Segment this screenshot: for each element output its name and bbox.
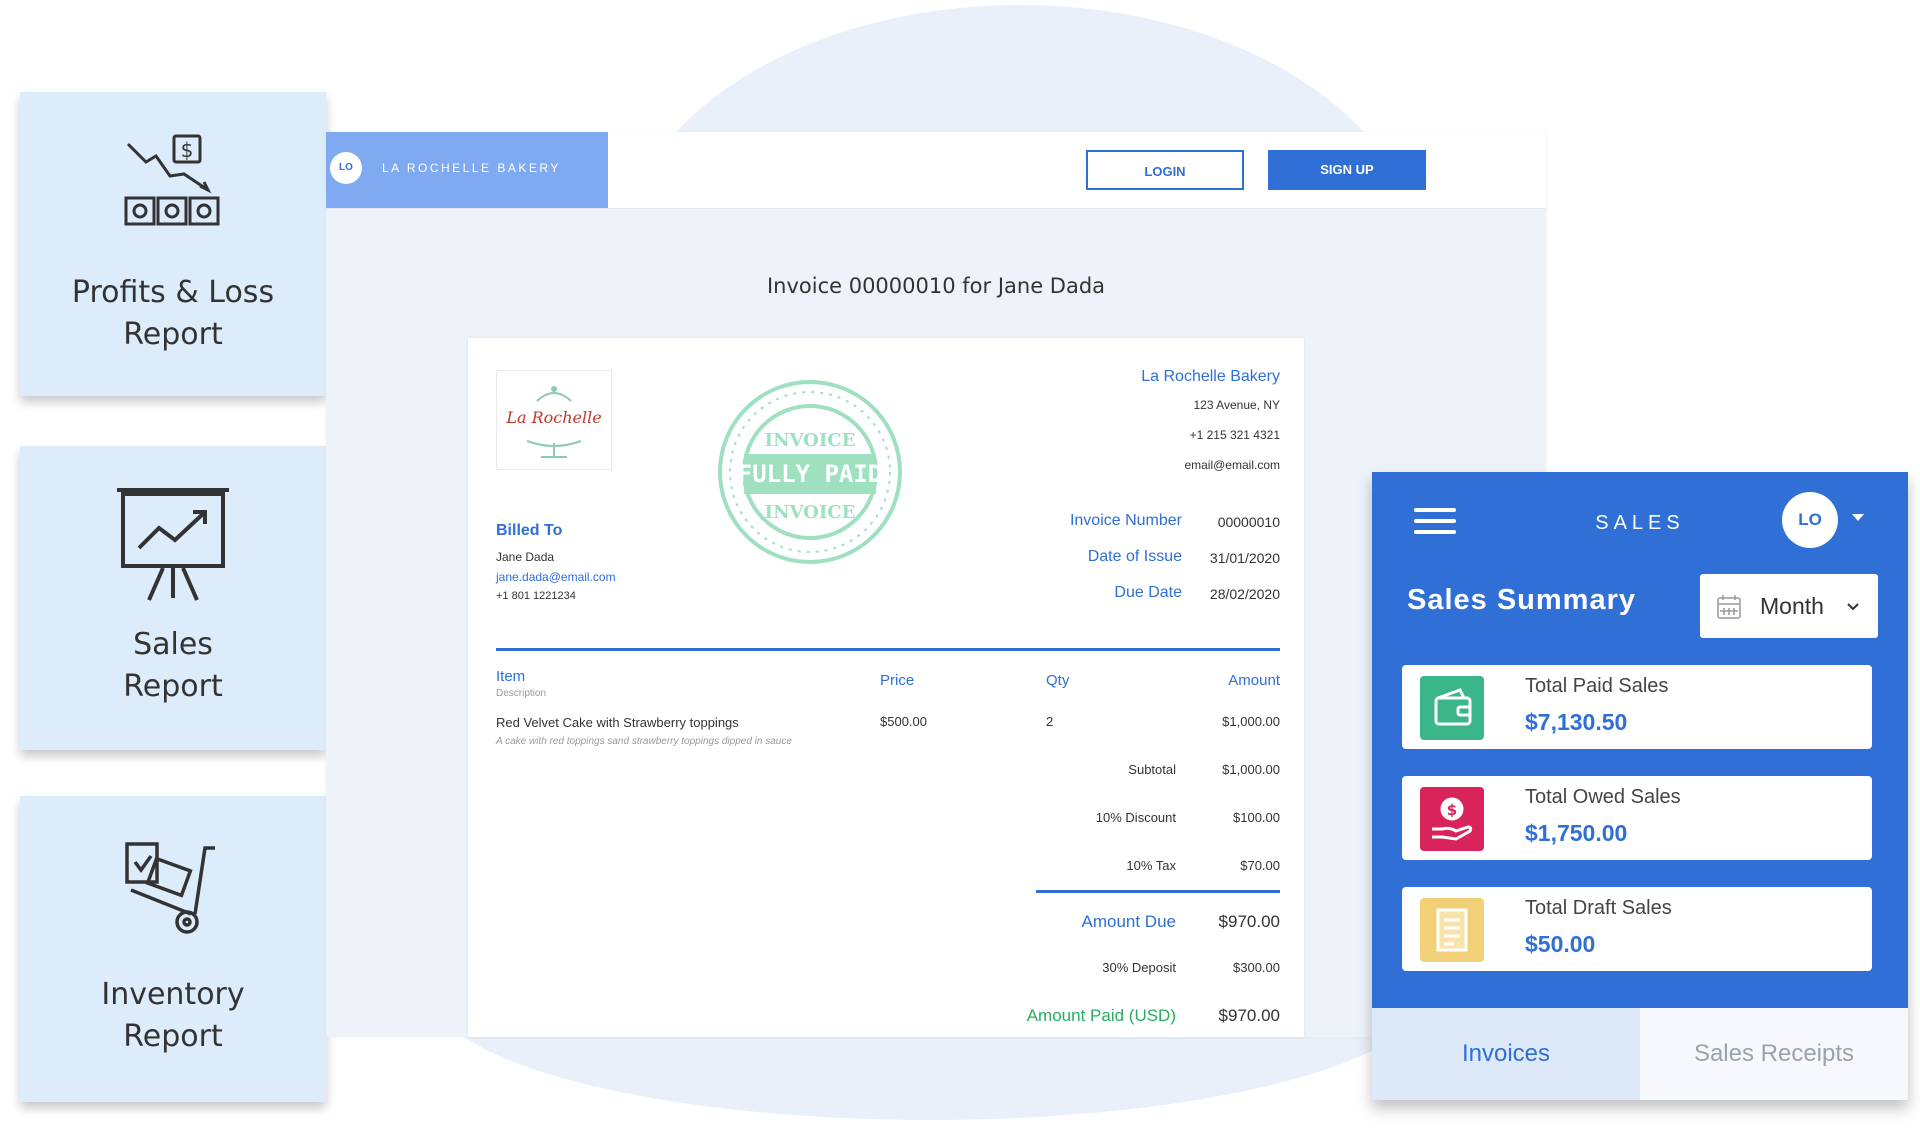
date-of-issue-label: Date of Issue (1087, 548, 1182, 565)
wallet-icon (1420, 676, 1484, 740)
total-draft-sales-label: Total Draft Sales (1525, 897, 1672, 919)
total-owed-sales-label: Total Owed Sales (1525, 786, 1681, 808)
brand-name: LA ROCHELLE BAKERY (382, 161, 561, 175)
items-divider (496, 648, 1280, 651)
svg-text:$: $ (181, 138, 194, 162)
tax-value: $70.00 (1240, 858, 1280, 873)
sales-panel: SALES LO Sales Summary Month Total Paid … (1372, 472, 1908, 1100)
report-title-line2: Report (123, 317, 223, 352)
sales-tabs: Invoices Sales Receipts (1372, 1008, 1908, 1100)
column-price: Price (880, 672, 915, 689)
discount-label: 10% Discount (1095, 810, 1176, 825)
invoice-number: 00000010 (1217, 514, 1280, 530)
invoice-title: Invoice 00000010 for Jane Dada (766, 274, 1106, 298)
item-price: $500.00 (880, 714, 927, 729)
amount-due-label: Amount Due (1081, 912, 1177, 931)
login-button[interactable]: LOGIN (1086, 150, 1244, 190)
report-title-line2: Report (123, 669, 223, 704)
report-title-line2: Report (123, 1019, 223, 1054)
business-logo: La Rochelle (496, 370, 612, 470)
brand-avatar[interactable]: LO (330, 152, 362, 184)
item-qty: 2 (1046, 714, 1054, 729)
brand-bar: LO LA ROCHELLE BAKERY (326, 132, 608, 208)
business-name: La Rochelle Bakery (1141, 368, 1280, 385)
chevron-down-icon (1847, 603, 1859, 611)
stamp-bottom-text: INVOICE (765, 502, 856, 523)
total-draft-sales-card[interactable]: Total Draft Sales $50.00 (1402, 887, 1872, 971)
tax-label: 10% Tax (1126, 858, 1176, 873)
deposit-value: $300.00 (1233, 960, 1280, 975)
subtotal-label: Subtotal (1128, 762, 1176, 777)
signup-button[interactable]: SIGN UP (1268, 150, 1426, 190)
report-title-line1: Profits & Loss (71, 275, 275, 310)
amount-paid-label: Amount Paid (USD) (1026, 1006, 1176, 1025)
item-description: A cake with red toppings sand strawberry… (496, 736, 792, 747)
total-owed-sales-card[interactable]: $ Total Owed Sales $1,750.00 (1402, 776, 1872, 860)
totals-divider (1036, 890, 1280, 893)
sales-report-card[interactable]: Sales Report (20, 446, 326, 750)
calendar-icon (1717, 595, 1741, 619)
discount-value: $100.00 (1233, 810, 1280, 825)
caret-down-icon[interactable] (1852, 514, 1864, 521)
report-title-line1: Sales (133, 627, 213, 662)
report-title-line1: Inventory (101, 977, 245, 1012)
billed-to-label: Billed To (496, 522, 563, 539)
presentation-chart-icon (117, 488, 229, 601)
tab-invoices[interactable]: Invoices (1372, 1008, 1640, 1100)
column-amount: Amount (1228, 672, 1280, 689)
business-phone: +1 215 321 4321 (1189, 428, 1280, 442)
svg-text:$: $ (1447, 801, 1457, 819)
top-navbar: LO LA ROCHELLE BAKERY LOGIN SIGN UP (326, 132, 1546, 209)
hand-truck-icon (125, 842, 215, 934)
total-owed-sales-value: $1,750.00 (1525, 820, 1628, 846)
inventory-report-card[interactable]: Inventory Report (20, 796, 326, 1102)
billed-to-phone: +1 801 1221234 (496, 590, 576, 602)
logo-text: La Rochelle (505, 408, 601, 427)
period-select-value: Month (1760, 593, 1824, 619)
invoice-app-window: LO LA ROCHELLE BAKERY LOGIN SIGN UP Invo… (326, 132, 1546, 1037)
invoice-document: La Rochelle INVOICE FULLY PAID INVOICE L… (468, 338, 1304, 1037)
total-paid-sales-card[interactable]: Total Paid Sales $7,130.50 (1402, 665, 1872, 749)
amount-due-value: $970.00 (1218, 912, 1280, 931)
item-name: Red Velvet Cake with Strawberry toppings (496, 715, 739, 730)
cake-stand-logo: La Rochelle (505, 386, 602, 458)
sales-summary-heading: Sales Summary (1407, 584, 1637, 616)
fully-paid-stamp: INVOICE FULLY PAID INVOICE (718, 380, 902, 564)
billed-to-name: Jane Dada (496, 550, 555, 564)
deposit-label: 30% Deposit (1102, 960, 1176, 975)
total-paid-sales-label: Total Paid Sales (1525, 675, 1669, 697)
stamp-middle-text: FULLY PAID (738, 460, 883, 488)
invoice-number-label: Invoice Number (1069, 512, 1182, 529)
user-avatar[interactable]: LO (1782, 492, 1838, 548)
subtotal-value: $1,000.00 (1222, 762, 1280, 777)
due-date: 28/02/2020 (1209, 586, 1280, 602)
period-select[interactable]: Month (1700, 574, 1878, 638)
column-qty: Qty (1046, 672, 1070, 689)
stamp-top-text: INVOICE (765, 430, 856, 451)
business-email: email@email.com (1184, 458, 1280, 472)
item-amount: $1,000.00 (1222, 714, 1280, 729)
receipt-icon (1420, 898, 1484, 962)
business-address: 123 Avenue, NY (1193, 398, 1280, 412)
amount-paid-value: $970.00 (1218, 1006, 1280, 1025)
total-draft-sales-value: $50.00 (1525, 931, 1596, 957)
tab-sales-receipts[interactable]: Sales Receipts (1640, 1008, 1908, 1100)
profit-loss-report-card[interactable]: $ Profits & Loss Report (20, 92, 326, 396)
date-of-issue: 31/01/2020 (1209, 550, 1280, 566)
column-description: Description (496, 688, 547, 699)
due-date-label: Due Date (1114, 584, 1182, 601)
column-item: Item (496, 668, 526, 685)
total-paid-sales-value: $7,130.50 (1525, 709, 1628, 735)
hand-dollar-icon: $ (1420, 787, 1484, 851)
profit-loss-icon: $ (124, 134, 220, 226)
billed-to-email[interactable]: jane.dada@email.com (496, 570, 616, 584)
